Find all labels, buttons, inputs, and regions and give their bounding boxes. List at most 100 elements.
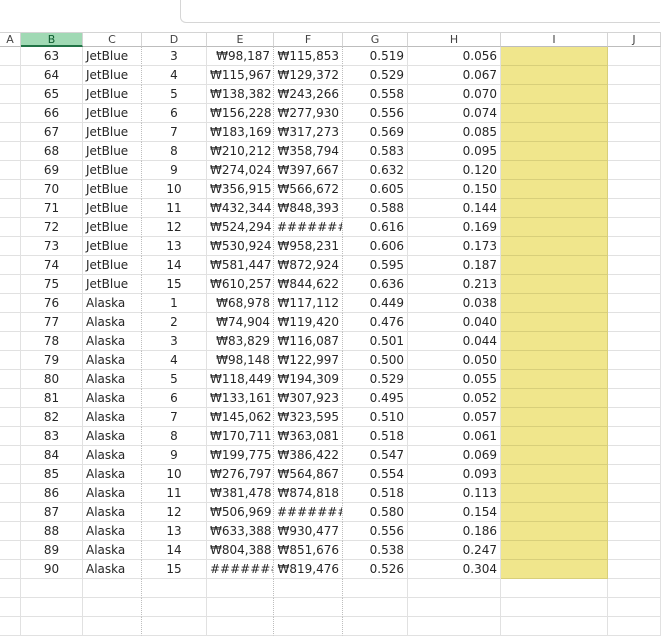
cell-d[interactable]: 9: [142, 446, 207, 465]
cell-c[interactable]: JetBlue: [83, 66, 142, 85]
cell-c[interactable]: JetBlue: [83, 256, 142, 275]
cell-c[interactable]: Alaska: [83, 370, 142, 389]
cell-j[interactable]: [608, 408, 661, 427]
cell-j[interactable]: [608, 104, 661, 123]
cell-f[interactable]: ₩119,420: [274, 313, 343, 332]
cell-a[interactable]: [0, 541, 21, 560]
column-header-a[interactable]: A: [0, 32, 21, 47]
cell-g[interactable]: 0.595: [343, 256, 408, 275]
cell-a[interactable]: [0, 218, 21, 237]
cell-j[interactable]: [608, 370, 661, 389]
cell-h[interactable]: 0.055: [408, 370, 501, 389]
cell-d[interactable]: 15: [142, 560, 207, 579]
cell-b[interactable]: 70: [21, 180, 83, 199]
cell-h[interactable]: 0.169: [408, 218, 501, 237]
cell-f[interactable]: ₩930,477: [274, 522, 343, 541]
cell-g[interactable]: 0.529: [343, 370, 408, 389]
cell-g[interactable]: 0.569: [343, 123, 408, 142]
cell-h[interactable]: 0.052: [408, 389, 501, 408]
cell-g[interactable]: 0.616: [343, 218, 408, 237]
cell-a[interactable]: [0, 104, 21, 123]
cell-d[interactable]: 2: [142, 313, 207, 332]
cell-c[interactable]: JetBlue: [83, 85, 142, 104]
column-header-c[interactable]: C: [83, 32, 142, 47]
cell-h[interactable]: 0.061: [408, 427, 501, 446]
cell-c[interactable]: Alaska: [83, 351, 142, 370]
cell-j[interactable]: [608, 275, 661, 294]
cell-a[interactable]: [0, 294, 21, 313]
cell-i[interactable]: [501, 332, 608, 351]
cell-c[interactable]: Alaska: [83, 465, 142, 484]
cell-g[interactable]: 0.510: [343, 408, 408, 427]
cell-j[interactable]: [608, 503, 661, 522]
cell-i[interactable]: [501, 522, 608, 541]
cell-d[interactable]: 5: [142, 85, 207, 104]
cell-i[interactable]: [501, 85, 608, 104]
cell-b[interactable]: 67: [21, 123, 83, 142]
cell-i[interactable]: [501, 66, 608, 85]
cell-a[interactable]: [0, 142, 21, 161]
cell-f[interactable]: [274, 579, 343, 598]
cell-f[interactable]: ₩564,867: [274, 465, 343, 484]
cell-j[interactable]: [608, 522, 661, 541]
cell-a[interactable]: [0, 66, 21, 85]
cell-g[interactable]: 0.501: [343, 332, 408, 351]
cell-d[interactable]: 13: [142, 237, 207, 256]
cell-g[interactable]: 0.554: [343, 465, 408, 484]
cell-e[interactable]: ₩524,294: [207, 218, 274, 237]
cell-j[interactable]: [608, 351, 661, 370]
cell-g[interactable]: 0.556: [343, 522, 408, 541]
cell-i[interactable]: [501, 598, 608, 617]
cell-e[interactable]: ₩145,062: [207, 408, 274, 427]
cell-i[interactable]: [501, 408, 608, 427]
cell-g[interactable]: [343, 579, 408, 598]
cell-h[interactable]: 0.247: [408, 541, 501, 560]
cell-i[interactable]: [501, 484, 608, 503]
cell-h[interactable]: 0.144: [408, 199, 501, 218]
cell-j[interactable]: [608, 199, 661, 218]
cell-f[interactable]: ₩844,622: [274, 275, 343, 294]
cell-j[interactable]: [608, 446, 661, 465]
cell-a[interactable]: [0, 47, 21, 66]
cell-i[interactable]: [501, 370, 608, 389]
cell-h[interactable]: 0.095: [408, 142, 501, 161]
cell-c[interactable]: Alaska: [83, 522, 142, 541]
cell-b[interactable]: 73: [21, 237, 83, 256]
cell-g[interactable]: 0.526: [343, 560, 408, 579]
cell-a[interactable]: [0, 85, 21, 104]
cell-i[interactable]: [501, 218, 608, 237]
cell-h[interactable]: 0.120: [408, 161, 501, 180]
cell-e[interactable]: ₩199,775: [207, 446, 274, 465]
cell-c[interactable]: Alaska: [83, 294, 142, 313]
cell-c[interactable]: JetBlue: [83, 237, 142, 256]
cell-d[interactable]: 5: [142, 370, 207, 389]
cell-b[interactable]: 88: [21, 522, 83, 541]
cell-i[interactable]: [501, 237, 608, 256]
cell-d[interactable]: 3: [142, 47, 207, 66]
cell-i[interactable]: [501, 541, 608, 560]
cell-j[interactable]: [608, 541, 661, 560]
cell-h[interactable]: 0.113: [408, 484, 501, 503]
cell-b[interactable]: [21, 598, 83, 617]
column-header-b[interactable]: B: [21, 32, 83, 47]
cell-c[interactable]: Alaska: [83, 389, 142, 408]
cell-e[interactable]: ₩138,382: [207, 85, 274, 104]
cell-j[interactable]: [608, 294, 661, 313]
cell-e[interactable]: ₩133,161: [207, 389, 274, 408]
cell-j[interactable]: [608, 237, 661, 256]
cell-i[interactable]: [501, 617, 608, 636]
cell-j[interactable]: [608, 313, 661, 332]
cell-h[interactable]: 0.044: [408, 332, 501, 351]
cell-d[interactable]: 3: [142, 332, 207, 351]
cell-h[interactable]: 0.186: [408, 522, 501, 541]
cell-d[interactable]: [142, 617, 207, 636]
cell-i[interactable]: [501, 446, 608, 465]
cell-j[interactable]: [608, 598, 661, 617]
cell-g[interactable]: 0.538: [343, 541, 408, 560]
cell-h[interactable]: 0.304: [408, 560, 501, 579]
cell-c[interactable]: JetBlue: [83, 275, 142, 294]
cell-d[interactable]: 6: [142, 389, 207, 408]
cell-g[interactable]: 0.583: [343, 142, 408, 161]
cell-g[interactable]: 0.558: [343, 85, 408, 104]
cell-f[interactable]: ₩116,087: [274, 332, 343, 351]
